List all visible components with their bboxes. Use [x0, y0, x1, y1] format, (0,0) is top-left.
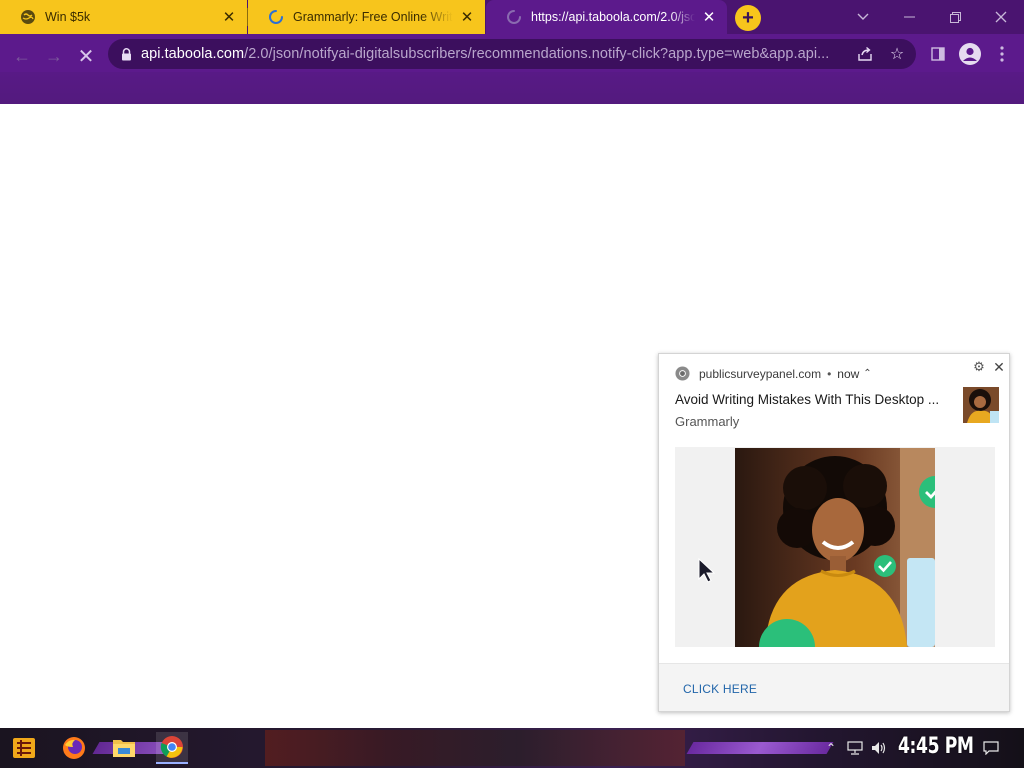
kebab-menu-icon[interactable]	[991, 43, 1013, 65]
separator-dot: •	[827, 366, 832, 381]
plus-icon: +	[742, 7, 754, 29]
start-icon[interactable]	[8, 732, 40, 764]
back-button[interactable]: ←	[8, 42, 36, 70]
forward-button[interactable]: →	[40, 42, 68, 70]
file-explorer-icon[interactable]	[108, 732, 140, 764]
notification-image-area	[675, 447, 995, 647]
action-center-icon[interactable]	[982, 739, 1000, 757]
side-panel-icon[interactable]	[927, 43, 949, 65]
chrome-icon	[675, 366, 690, 381]
url-path: /2.0/json/notifyai-digitalsubscribers/re…	[244, 46, 830, 62]
tab-title: Win $5k	[45, 10, 91, 24]
close-window-button[interactable]	[978, 0, 1024, 34]
tab-win-5k[interactable]: Win $5k ✕	[0, 0, 247, 34]
tab-grammarly[interactable]: Grammarly: Free Online Writing Assistant…	[248, 0, 485, 34]
notification-footer: CLICK HERE	[659, 663, 1009, 711]
loading-spinner-icon	[268, 9, 284, 25]
close-notification-icon[interactable]: ✕	[991, 359, 1007, 375]
gear-icon[interactable]: ⚙	[972, 359, 986, 374]
notification-source: publicsurveypanel.com	[699, 366, 822, 381]
tab-search-button[interactable]	[840, 0, 886, 34]
notification-title: Avoid Writing Mistakes With This Desktop…	[675, 392, 940, 407]
url-text[interactable]: api.taboola.com/2.0/json/notifyai-digita…	[141, 46, 841, 62]
new-tab-button[interactable]: +	[735, 5, 761, 31]
restore-button[interactable]	[932, 0, 978, 34]
tab-taboola-active[interactable]: https://api.taboola.com/2.0/json/notifya…	[486, 0, 727, 34]
notification-subtitle: Grammarly	[675, 414, 740, 429]
stop-icon: ✕	[77, 45, 95, 68]
chevron-down-icon	[857, 13, 869, 20]
bookmark-star-icon[interactable]: ☆	[888, 45, 906, 63]
arrow-right-icon: →	[45, 45, 63, 66]
chevron-up-icon[interactable]: ⌃	[863, 368, 871, 379]
minimize-button[interactable]	[886, 0, 932, 34]
desktop-notification[interactable]: publicsurveypanel.com • now ⌃ ⚙ ✕ Avoid …	[658, 353, 1010, 712]
tab-strip: Win $5k ✕ Grammarly: Free Online Writing…	[0, 0, 1024, 34]
chrome-icon[interactable]	[156, 732, 188, 764]
arrow-left-icon: ←	[13, 45, 31, 66]
browser-toolbar: ← → ✕ api.taboola.com/2.0/json/notifyai-…	[0, 34, 1024, 104]
firefox-icon[interactable]	[58, 732, 90, 764]
promo-photo	[735, 448, 935, 647]
profile-avatar-icon[interactable]	[959, 43, 981, 65]
address-bar[interactable]: api.taboola.com/2.0/json/notifyai-digita…	[108, 39, 916, 69]
taskbar: ⌃ 4:45 PM	[0, 728, 1024, 768]
lock-icon[interactable]	[118, 47, 134, 61]
click-here-button[interactable]: CLICK HERE	[683, 682, 757, 696]
tab-close-icon[interactable]: ✕	[459, 9, 475, 26]
minimize-icon	[903, 16, 915, 18]
network-icon[interactable]	[846, 739, 864, 757]
globe-icon	[20, 9, 36, 25]
taskbar-accent-stripe	[686, 742, 834, 754]
tab-close-icon[interactable]: ✕	[221, 9, 237, 26]
mouse-cursor-icon	[698, 557, 716, 583]
stop-loading-button[interactable]: ✕	[72, 42, 100, 70]
tab-title: https://api.taboola.com/2.0/json/notifya…	[531, 10, 695, 24]
tab-title: Grammarly: Free Online Writing Assistant	[293, 10, 453, 24]
taskbar-wallpaper-strip	[265, 730, 685, 766]
notification-time: now	[837, 366, 860, 381]
notification-header: publicsurveypanel.com • now ⌃	[675, 366, 872, 381]
notification-thumbnail	[963, 387, 999, 423]
restore-icon	[949, 11, 961, 23]
close-icon	[995, 11, 1007, 23]
loading-spinner-icon	[506, 9, 522, 25]
volume-icon[interactable]	[870, 739, 888, 757]
tab-close-icon[interactable]: ✕	[701, 9, 717, 26]
taskbar-clock[interactable]: 4:45 PM	[898, 734, 974, 759]
tray-chevron-up-icon[interactable]: ⌃	[822, 739, 840, 757]
url-domain: api.taboola.com	[141, 46, 245, 62]
share-icon[interactable]	[856, 45, 874, 63]
